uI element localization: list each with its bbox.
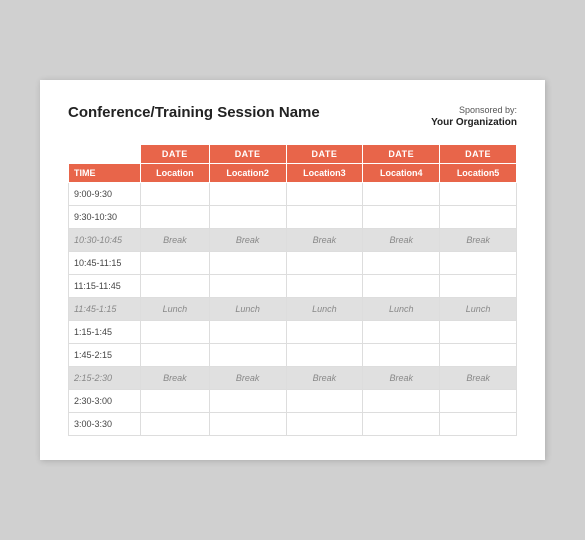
- data-cell: Lunch: [286, 298, 363, 321]
- time-cell: 3:00-3:30: [69, 413, 141, 436]
- data-cell: Lunch: [363, 298, 440, 321]
- data-cell: [286, 183, 363, 206]
- data-cell: [363, 206, 440, 229]
- data-cell: [286, 275, 363, 298]
- data-cell: [440, 252, 517, 275]
- time-cell: 1:45-2:15: [69, 344, 141, 367]
- data-cell: Break: [363, 229, 440, 252]
- date-col-4: DATE: [363, 145, 440, 164]
- table-row: 3:00-3:30: [69, 413, 517, 436]
- data-cell: [209, 252, 286, 275]
- data-cell: [440, 321, 517, 344]
- time-cell: 1:15-1:45: [69, 321, 141, 344]
- location-col-1: Location: [141, 164, 210, 183]
- page-container: Conference/Training Session Name Sponsor…: [40, 80, 545, 461]
- data-cell: Lunch: [141, 298, 210, 321]
- data-cell: Lunch: [209, 298, 286, 321]
- data-cell: [141, 321, 210, 344]
- data-cell: [141, 183, 210, 206]
- data-cell: [209, 344, 286, 367]
- time-cell: 2:15-2:30: [69, 367, 141, 390]
- schedule-body: 9:00-9:309:30-10:3010:30-10:45BreakBreak…: [69, 183, 517, 436]
- data-cell: [286, 321, 363, 344]
- data-cell: [363, 413, 440, 436]
- table-row: 1:15-1:45: [69, 321, 517, 344]
- table-row: 9:00-9:30: [69, 183, 517, 206]
- time-cell: 9:00-9:30: [69, 183, 141, 206]
- time-cell: 2:30-3:00: [69, 390, 141, 413]
- time-cell: 11:45-1:15: [69, 298, 141, 321]
- time-cell: 10:45-11:15: [69, 252, 141, 275]
- data-cell: Break: [286, 367, 363, 390]
- data-cell: [209, 183, 286, 206]
- sponsor-label: Sponsored by:: [459, 105, 517, 115]
- data-cell: Break: [440, 367, 517, 390]
- data-cell: [286, 413, 363, 436]
- data-cell: [141, 390, 210, 413]
- table-row: 2:15-2:30BreakBreakBreakBreakBreak: [69, 367, 517, 390]
- table-row: 10:45-11:15: [69, 252, 517, 275]
- data-cell: Break: [440, 229, 517, 252]
- date-header-row: DATE DATE DATE DATE DATE: [69, 145, 517, 164]
- data-cell: [209, 206, 286, 229]
- table-row: 2:30-3:00: [69, 390, 517, 413]
- data-cell: Break: [209, 229, 286, 252]
- table-row: 1:45-2:15: [69, 344, 517, 367]
- data-cell: [363, 252, 440, 275]
- date-col-5: DATE: [440, 145, 517, 164]
- data-cell: Break: [141, 229, 210, 252]
- data-cell: [209, 390, 286, 413]
- data-cell: [363, 275, 440, 298]
- data-cell: Break: [286, 229, 363, 252]
- date-empty-cell: [69, 145, 141, 164]
- data-cell: [363, 344, 440, 367]
- sponsor-name: Your Organization: [431, 117, 517, 128]
- location-header-row: TIME Location Location2 Location3 Locati…: [69, 164, 517, 183]
- data-cell: [440, 206, 517, 229]
- data-cell: [363, 183, 440, 206]
- session-title: Conference/Training Session Name: [68, 104, 320, 121]
- table-row: 11:15-11:45: [69, 275, 517, 298]
- data-cell: [141, 344, 210, 367]
- data-cell: [363, 390, 440, 413]
- table-row: 11:45-1:15LunchLunchLunchLunchLunch: [69, 298, 517, 321]
- time-cell: 10:30-10:45: [69, 229, 141, 252]
- data-cell: [141, 252, 210, 275]
- data-cell: Break: [209, 367, 286, 390]
- data-cell: [141, 413, 210, 436]
- data-cell: [209, 275, 286, 298]
- data-cell: [209, 321, 286, 344]
- data-cell: [141, 206, 210, 229]
- data-cell: [286, 344, 363, 367]
- data-cell: Break: [363, 367, 440, 390]
- date-col-2: DATE: [209, 145, 286, 164]
- page-header: Conference/Training Session Name Sponsor…: [68, 104, 517, 131]
- data-cell: [286, 252, 363, 275]
- date-col-1: DATE: [141, 145, 210, 164]
- date-col-3: DATE: [286, 145, 363, 164]
- time-cell: 9:30-10:30: [69, 206, 141, 229]
- schedule-table: DATE DATE DATE DATE DATE TIME Location L…: [68, 144, 517, 436]
- data-cell: Break: [141, 367, 210, 390]
- data-cell: [440, 344, 517, 367]
- time-header: TIME: [69, 164, 141, 183]
- time-cell: 11:15-11:45: [69, 275, 141, 298]
- location-col-5: Location5: [440, 164, 517, 183]
- data-cell: [440, 275, 517, 298]
- data-cell: [209, 413, 286, 436]
- table-row: 10:30-10:45BreakBreakBreakBreakBreak: [69, 229, 517, 252]
- location-col-4: Location4: [363, 164, 440, 183]
- sponsor-block: Sponsored by: Your Organization: [431, 104, 517, 131]
- data-cell: [286, 390, 363, 413]
- location-col-3: Location3: [286, 164, 363, 183]
- data-cell: [440, 183, 517, 206]
- table-row: 9:30-10:30: [69, 206, 517, 229]
- data-cell: [286, 206, 363, 229]
- data-cell: [141, 275, 210, 298]
- data-cell: [440, 390, 517, 413]
- data-cell: [440, 413, 517, 436]
- data-cell: [363, 321, 440, 344]
- data-cell: Lunch: [440, 298, 517, 321]
- location-col-2: Location2: [209, 164, 286, 183]
